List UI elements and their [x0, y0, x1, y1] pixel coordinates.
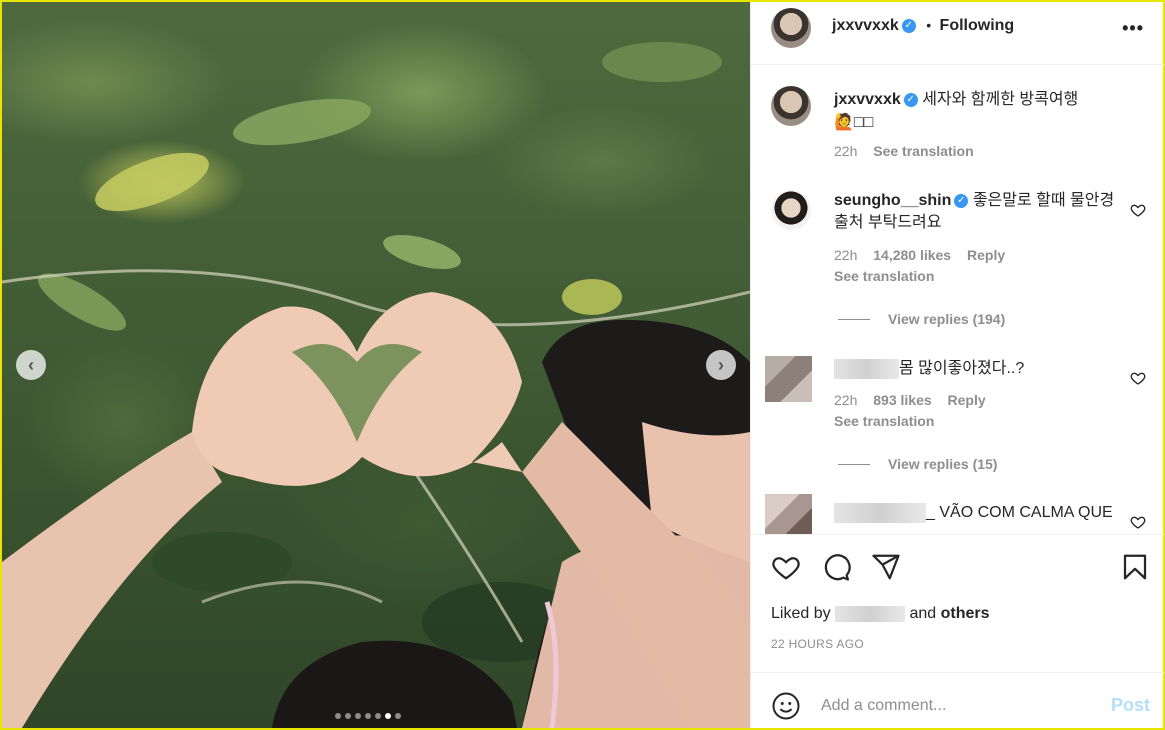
- comment-like-heart-icon[interactable]: [1130, 370, 1146, 386]
- comment-meta: 22h 893 likes Reply: [834, 392, 998, 408]
- carousel-dot: [355, 713, 361, 719]
- view-replies-button[interactable]: View replies (15): [838, 456, 997, 472]
- verified-badge-icon: ✓: [901, 18, 916, 33]
- following-button[interactable]: Following: [940, 17, 1015, 34]
- caption-time[interactable]: 22h: [834, 143, 857, 159]
- redacted-username: [834, 502, 926, 523]
- comment-username[interactable]: seungho__shin: [834, 192, 951, 209]
- liked-and: and: [909, 605, 937, 622]
- carousel-dot-active: [385, 713, 391, 719]
- divider-line: [838, 318, 870, 320]
- caption-text: 세자와 함께한 방콕여행: [922, 91, 1079, 108]
- emoji-icon[interactable]: [771, 691, 801, 721]
- post-header: jxxvvxxk ✓ • Following •••: [751, 2, 1164, 65]
- verified-badge-icon: ✓: [903, 92, 918, 107]
- more-options-icon[interactable]: •••: [1122, 18, 1144, 39]
- post-image[interactable]: ‹ ›: [2, 2, 750, 728]
- comment-icon[interactable]: [821, 552, 851, 582]
- avatar[interactable]: [765, 356, 812, 402]
- post-timestamp[interactable]: 22 HOURS AGO: [771, 637, 864, 651]
- bookmark-icon[interactable]: [1120, 552, 1150, 582]
- previous-image-button[interactable]: ‹: [16, 350, 46, 380]
- avatar[interactable]: [771, 86, 811, 126]
- caption-meta: 22h See translation: [834, 143, 974, 159]
- chevron-left-icon: ‹: [28, 354, 34, 375]
- view-replies-button[interactable]: View replies (194): [838, 311, 1005, 327]
- carousel-dot: [335, 713, 341, 719]
- caption: jxxvvxxk ✓ 세자와 함께한 방콕여행 🙋□□: [834, 88, 1134, 134]
- carousel-dot: [345, 713, 351, 719]
- comments-list[interactable]: jxxvvxxk ✓ 세자와 함께한 방콕여행 🙋□□ 22h See trans…: [751, 66, 1164, 534]
- comment-body: 몸 많이좋아졌다..?: [834, 358, 1124, 380]
- see-translation-link[interactable]: See translation: [834, 413, 934, 429]
- header-user: jxxvvxxk ✓ • Following: [832, 17, 1014, 35]
- carousel-dot: [395, 713, 401, 719]
- comment-body: seungho__shin ✓ 좋은말로 할때 물안경 출처 부탁드려요: [834, 190, 1124, 234]
- comment-meta: 22h 14,280 likes Reply: [834, 247, 1017, 263]
- liked-by-label: Liked by: [771, 605, 831, 622]
- comment-likes[interactable]: 14,280 likes: [873, 247, 951, 263]
- post-comment-button[interactable]: Post: [1111, 695, 1150, 716]
- avatar[interactable]: [765, 494, 812, 534]
- reply-button[interactable]: Reply: [967, 247, 1005, 263]
- chevron-right-icon: ›: [718, 354, 724, 375]
- reply-button[interactable]: Reply: [948, 392, 986, 408]
- comment-time[interactable]: 22h: [834, 392, 857, 408]
- photo-illustration: [2, 42, 750, 728]
- comment-like-heart-icon[interactable]: [1130, 514, 1146, 530]
- caption-emoji: 🙋□□: [834, 114, 874, 131]
- post-actions: Liked by and others 22 HOURS AGO: [751, 534, 1164, 672]
- carousel-dot: [365, 713, 371, 719]
- redacted-username: [834, 358, 899, 379]
- avatar[interactable]: [771, 190, 811, 230]
- view-replies-label: View replies (194): [888, 311, 1006, 327]
- comment-time[interactable]: 22h: [834, 247, 857, 263]
- username-link[interactable]: jxxvvxxk: [832, 17, 899, 34]
- comment-like-heart-icon[interactable]: [1130, 202, 1146, 218]
- see-translation-link[interactable]: See translation: [834, 268, 934, 284]
- avatar[interactable]: [771, 8, 811, 48]
- add-comment-row: Add a comment... Post: [751, 672, 1164, 728]
- see-translation-link[interactable]: See translation: [873, 143, 973, 159]
- caption-username[interactable]: jxxvvxxk: [834, 91, 901, 108]
- comment-body: _ VÃO COM CALMA QUE: [834, 502, 1124, 524]
- post-details-panel: jxxvvxxk ✓ • Following ••• jxxvvxxk ✓ 세자와 …: [750, 2, 1164, 728]
- liked-by-text: Liked by and others: [771, 605, 990, 623]
- next-image-button[interactable]: ›: [706, 350, 736, 380]
- divider-line: [838, 463, 870, 465]
- share-icon[interactable]: [871, 552, 901, 582]
- verified-badge-icon: ✓: [954, 193, 969, 208]
- carousel-indicator: [335, 713, 401, 719]
- others-link[interactable]: others: [941, 605, 990, 622]
- comment-text: 몸 많이좋아졌다..?: [899, 360, 1025, 377]
- comment-text: _ VÃO COM CALMA QUE: [926, 504, 1113, 521]
- heart-icon[interactable]: [771, 552, 801, 582]
- redacted-username: [835, 605, 906, 622]
- view-replies-label: View replies (15): [888, 456, 998, 472]
- carousel-dot: [375, 713, 381, 719]
- add-comment-input[interactable]: Add a comment...: [821, 697, 946, 715]
- comment-likes[interactable]: 893 likes: [873, 392, 931, 408]
- separator: •: [926, 17, 932, 33]
